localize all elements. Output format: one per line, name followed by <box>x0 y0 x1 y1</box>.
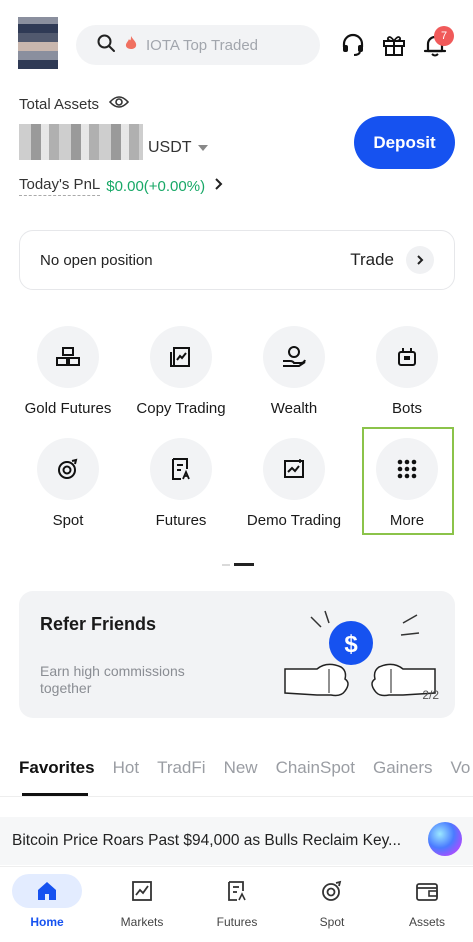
deposit-button[interactable]: Deposit <box>354 116 455 169</box>
refer-subtitle: Earn high commissions together <box>40 663 185 696</box>
no-position-text: No open position <box>40 251 153 269</box>
flame-icon <box>124 35 138 56</box>
nav-label: Assets <box>408 915 445 929</box>
search-icon <box>96 33 116 58</box>
refer-friends-banner[interactable]: Refer Friends Earn high commissions toge… <box>19 591 455 718</box>
gift-icon[interactable] <box>380 31 408 59</box>
tab-chainspot[interactable]: ChainSpot <box>276 758 355 778</box>
svg-text:$: $ <box>344 631 358 658</box>
shortcut-label: Gold Futures <box>24 400 112 417</box>
home-icon <box>12 874 82 908</box>
nav-assets[interactable]: Assets <box>380 873 473 929</box>
news-ticker[interactable]: Bitcoin Price Roars Past $94,000 as Bull… <box>0 817 473 865</box>
balance-value-masked <box>19 124 143 160</box>
pnl-value: $0.00(+0.00%) <box>106 177 206 195</box>
nav-label: Futures <box>216 915 258 929</box>
spot-icon <box>285 873 379 909</box>
trade-link[interactable]: Trade <box>350 246 434 274</box>
shortcut-copy-trading[interactable]: Copy Trading <box>125 326 237 417</box>
tab-tradfi[interactable]: TradFi <box>157 758 206 778</box>
page-indicator <box>222 563 254 566</box>
shortcut-bots[interactable]: Bots <box>351 326 463 417</box>
shortcut-label: Wealth <box>270 400 318 417</box>
market-tabs: Favorites Hot TradFi New ChainSpot Gaine… <box>19 758 473 778</box>
total-assets-text: Total Assets <box>19 95 100 113</box>
shortcut-gold-futures[interactable]: Gold Futures <box>12 326 124 417</box>
news-headline: Bitcoin Price Roars Past $94,000 as Bull… <box>12 832 402 849</box>
fist-bump-coin-icon: $ <box>281 609 441 706</box>
wallet-icon <box>380 873 473 909</box>
wealth-icon <box>263 326 325 388</box>
shortcut-demo-trading[interactable]: Demo Trading <box>238 438 350 529</box>
banner-pager: 2/2 <box>422 688 439 702</box>
nav-label: Spot <box>319 915 345 929</box>
page-dot-active <box>234 563 254 566</box>
shortcut-label: Futures <box>155 512 207 529</box>
shortcut-label: Bots <box>391 400 422 417</box>
shortcut-label: Copy Trading <box>136 400 226 417</box>
gold-bars-icon <box>37 326 99 388</box>
shortcut-futures[interactable]: Futures <box>125 438 237 529</box>
notification-badge: 7 <box>434 26 454 46</box>
nav-spot[interactable]: Spot <box>285 873 379 929</box>
eye-icon[interactable] <box>108 95 130 113</box>
shortcut-spot[interactable]: Spot <box>12 438 124 529</box>
nav-markets[interactable]: Markets <box>95 873 189 929</box>
nav-label: Markets <box>120 915 164 929</box>
chevron-right-icon <box>211 177 225 195</box>
markets-icon <box>95 873 189 909</box>
currency-selector[interactable]: USDT <box>148 139 208 157</box>
tab-favorites[interactable]: Favorites <box>19 758 95 778</box>
todays-pnl[interactable]: Today's PnL $0.00(+0.00%) <box>19 176 225 196</box>
total-assets-label: Total Assets <box>19 95 130 113</box>
tab-new[interactable]: New <box>224 758 258 778</box>
search-placeholder: IOTA Top Traded <box>146 36 259 54</box>
futures-icon <box>190 873 284 909</box>
copy-trading-icon <box>150 326 212 388</box>
trade-label: Trade <box>350 250 394 269</box>
search-bar[interactable]: IOTA Top Traded <box>76 25 320 65</box>
shortcut-label: Demo Trading <box>246 512 342 529</box>
avatar[interactable] <box>18 17 58 69</box>
demo-trading-icon <box>263 438 325 500</box>
refer-title: Refer Friends <box>40 614 157 634</box>
spot-icon <box>37 438 99 500</box>
page-dot <box>222 563 230 566</box>
currency-label: USDT <box>148 139 192 156</box>
nav-label: Home <box>30 915 64 929</box>
shortcut-label: Spot <box>52 512 84 529</box>
bottom-nav: Home Markets Futures Spot Assets <box>0 866 473 942</box>
caret-down-icon <box>197 145 208 151</box>
bot-icon <box>376 326 438 388</box>
headset-icon[interactable] <box>339 31 367 59</box>
nav-home[interactable]: Home <box>0 873 94 929</box>
tab-hot[interactable]: Hot <box>113 758 139 778</box>
tab-gainers[interactable]: Gainers <box>373 758 433 778</box>
futures-icon <box>150 438 212 500</box>
nav-futures[interactable]: Futures <box>190 873 284 929</box>
shortcut-wealth[interactable]: Wealth <box>238 326 350 417</box>
tab-volume[interactable]: Vo <box>451 758 471 778</box>
ai-assistant-icon[interactable] <box>428 822 462 856</box>
open-position-card[interactable]: No open position Trade <box>19 230 455 290</box>
more-highlight-box <box>362 427 454 535</box>
divider <box>0 796 473 797</box>
chevron-right-icon <box>406 246 434 274</box>
pnl-label: Today's PnL <box>19 176 101 196</box>
